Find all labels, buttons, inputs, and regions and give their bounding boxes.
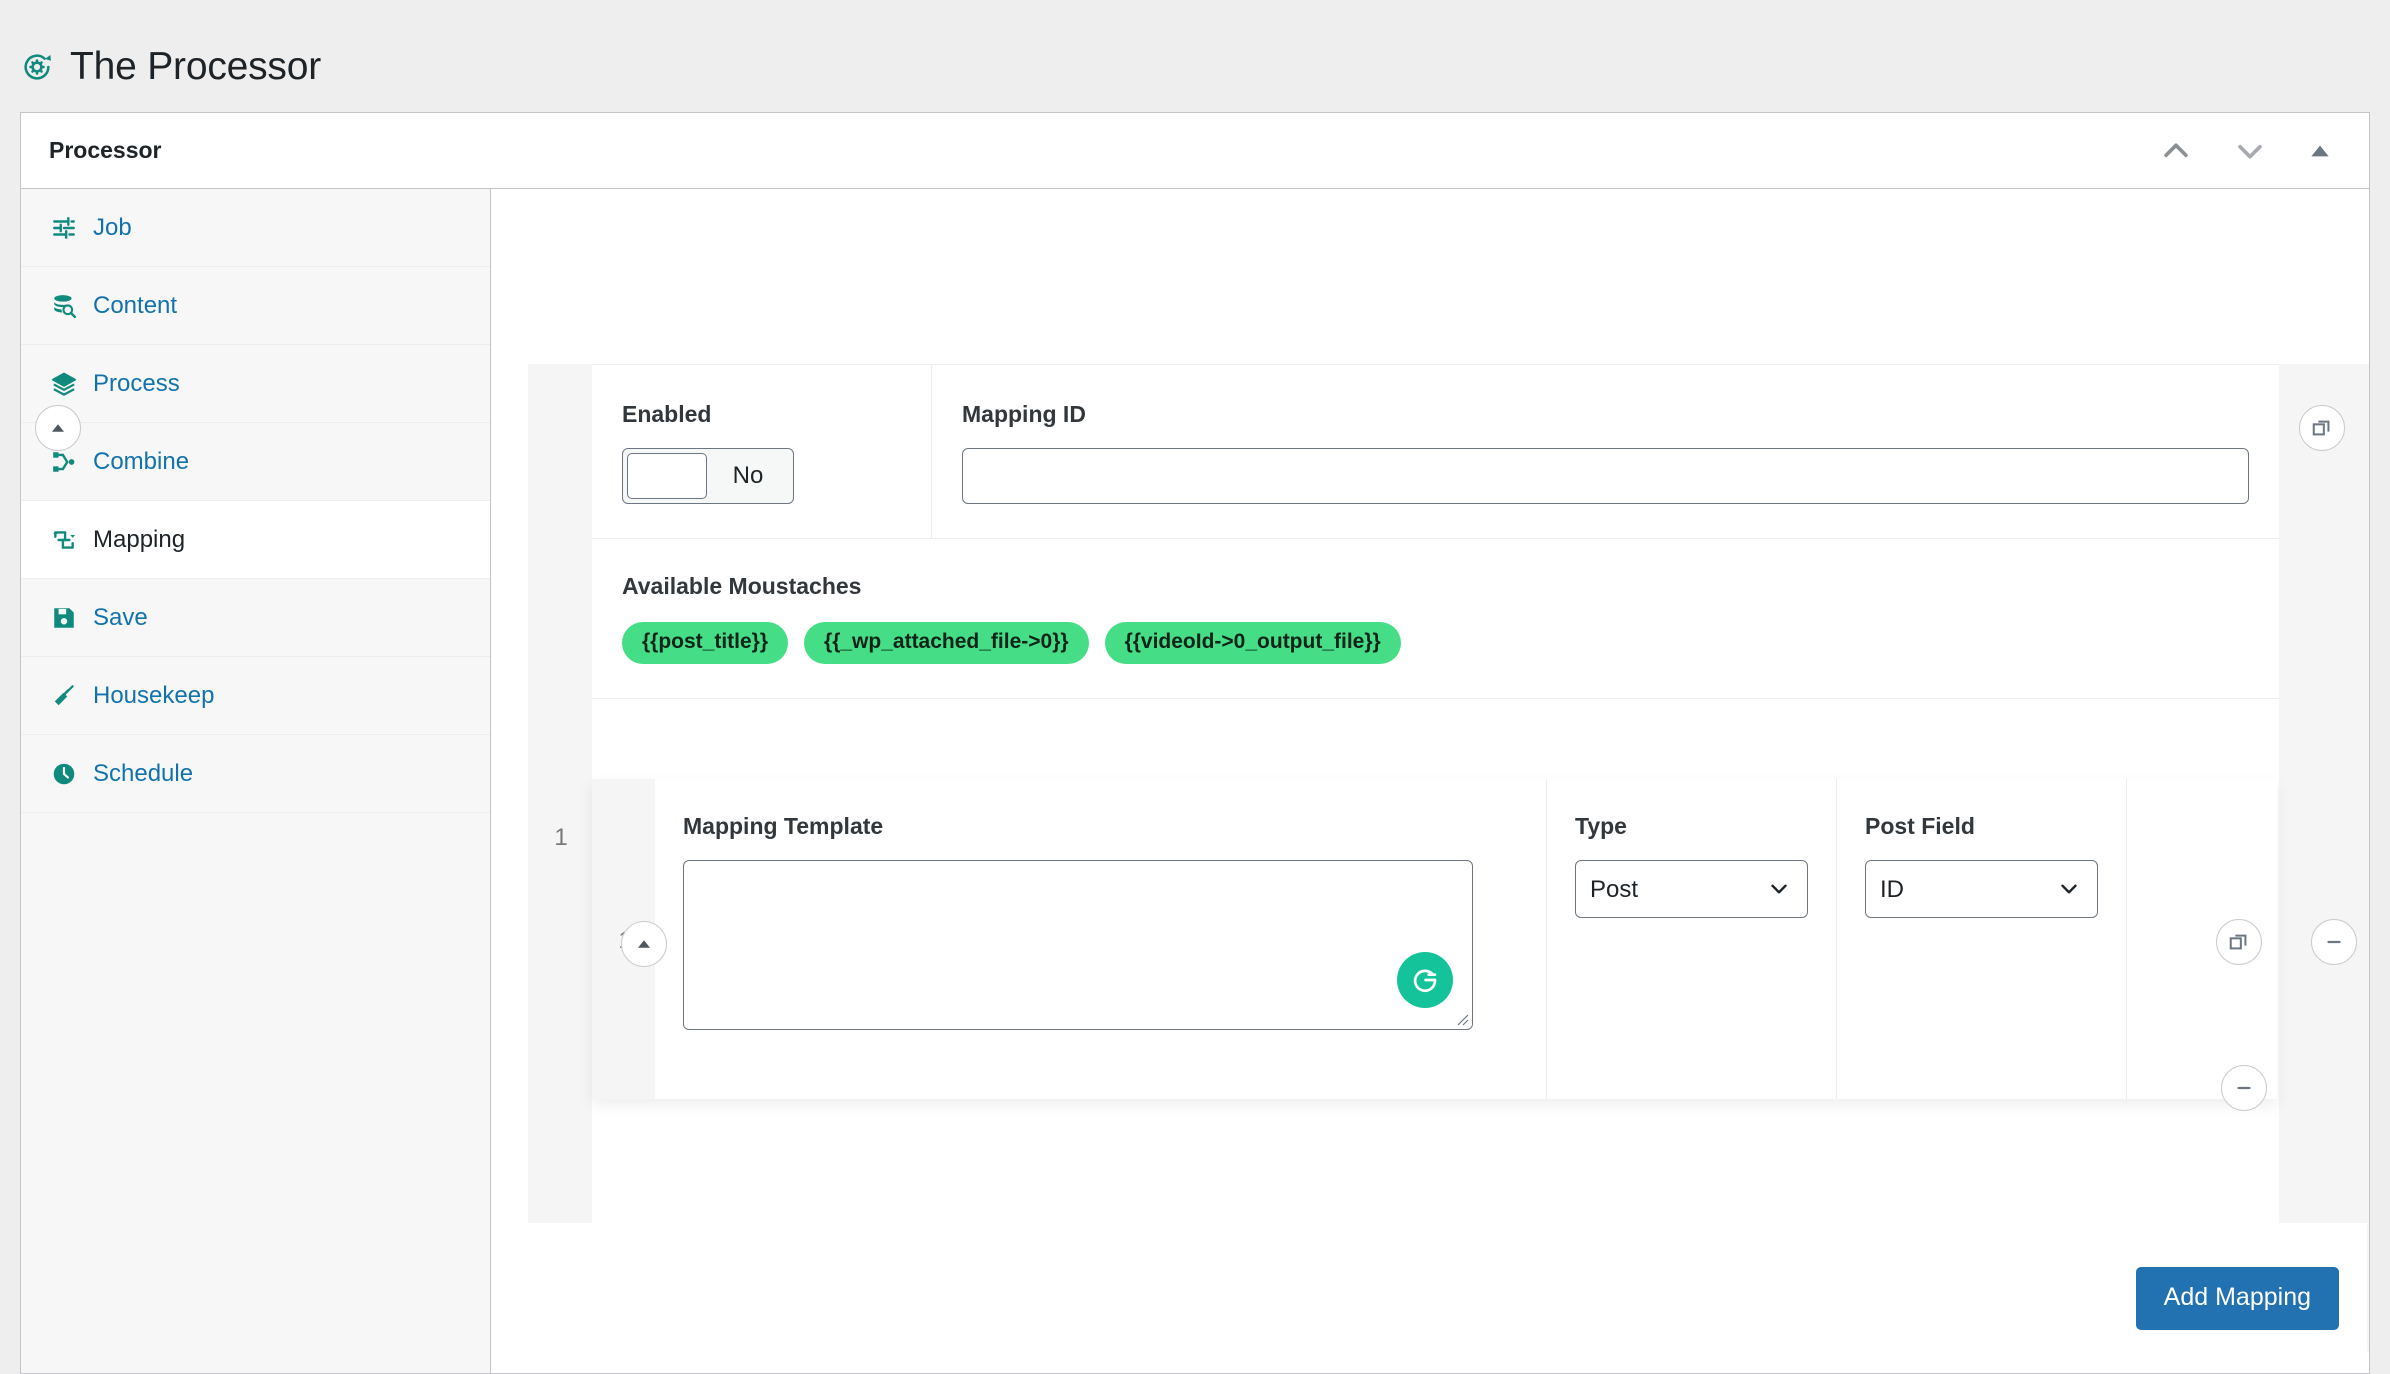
sidebar-item-save[interactable]: Save bbox=[21, 579, 490, 657]
mapping-id-field: Mapping ID bbox=[932, 365, 2279, 538]
mapping-template-cell: Mapping Template bbox=[655, 779, 1547, 1099]
moustache-tag-list: {{post_title}} {{_wp_attached_file->0}} … bbox=[622, 622, 2249, 664]
sidebar-item-process[interactable]: Process bbox=[21, 345, 490, 423]
layers-icon bbox=[51, 371, 77, 397]
mapping-row-duplicate-button[interactable] bbox=[2216, 919, 2262, 965]
sidebar-item-job[interactable]: Job bbox=[21, 189, 490, 267]
available-moustaches-section: Available Moustaches {{post_title}} {{_w… bbox=[592, 539, 2279, 699]
type-select-wrap: Post bbox=[1575, 860, 1808, 918]
mapping-main-area: Enabled No Mapping ID A bbox=[491, 189, 2369, 1373]
panel-header: Processor bbox=[21, 113, 2369, 189]
mapping-rows-area: 1 1 Mapping Template bbox=[592, 699, 2279, 1099]
clock-icon bbox=[51, 761, 77, 787]
sidebar-item-content[interactable]: Content bbox=[21, 267, 490, 345]
mapping-group-remove-button[interactable] bbox=[2311, 919, 2357, 965]
sidebar-item-label: Process bbox=[93, 370, 180, 398]
type-select[interactable]: Post bbox=[1575, 860, 1808, 918]
toggle-knob bbox=[627, 453, 707, 499]
move-down-icon[interactable] bbox=[2233, 134, 2267, 168]
post-field-label: Post Field bbox=[1865, 813, 2098, 840]
enabled-field: Enabled No bbox=[592, 365, 932, 538]
mapping-type-cell: Type Post bbox=[1547, 779, 1837, 1099]
toggle-state-label: No bbox=[707, 462, 789, 490]
collapse-panel-icon[interactable] bbox=[2307, 138, 2333, 164]
sidebar-item-label: Job bbox=[93, 214, 132, 242]
mapping-group-collapse-button[interactable] bbox=[35, 405, 81, 451]
merge-nodes-icon bbox=[51, 449, 77, 475]
sidebar-filler bbox=[21, 813, 490, 1373]
mapping-row-content: Mapping Template bbox=[655, 779, 2277, 1099]
sidebar-item-housekeep[interactable]: Housekeep bbox=[21, 657, 490, 735]
moustache-tag[interactable]: {{post_title}} bbox=[622, 622, 788, 664]
post-field-select[interactable]: ID bbox=[1865, 860, 2098, 918]
move-up-icon[interactable] bbox=[2159, 134, 2193, 168]
panel-header-tools bbox=[2159, 134, 2341, 168]
sidebar-item-label: Schedule bbox=[93, 760, 193, 788]
panel-body: Job Content bbox=[21, 189, 2369, 1373]
sidebar: Job Content bbox=[21, 189, 491, 1373]
broom-icon bbox=[51, 683, 77, 709]
mapping-post-field-cell: Post Field ID bbox=[1837, 779, 2127, 1099]
sidebar-item-label: Mapping bbox=[93, 526, 185, 554]
mapping-group-duplicate-button[interactable] bbox=[2299, 405, 2345, 451]
sidebar-item-combine[interactable]: Combine bbox=[21, 423, 490, 501]
mapping-row-remove-button[interactable] bbox=[2221, 1065, 2267, 1111]
sliders-icon bbox=[51, 215, 77, 241]
mapping-id-input[interactable] bbox=[962, 448, 2249, 504]
mapping-group: Enabled No Mapping ID A bbox=[528, 364, 2369, 1351]
mapping-arrows-icon bbox=[51, 527, 77, 553]
mapping-settings-row: Enabled No Mapping ID bbox=[592, 365, 2279, 539]
grammarly-refresh-icon[interactable] bbox=[1397, 952, 1453, 1008]
sidebar-item-schedule[interactable]: Schedule bbox=[21, 735, 490, 813]
page-title: The Processor bbox=[70, 45, 321, 89]
processor-panel: Processor Job bbox=[20, 112, 2370, 1374]
mapping-template-wrap bbox=[683, 860, 1473, 1030]
mapping-footer: Add Mapping bbox=[491, 1223, 2367, 1373]
type-label: Type bbox=[1575, 813, 1808, 840]
sidebar-item-mapping[interactable]: Mapping bbox=[21, 501, 490, 579]
moustache-tag[interactable]: {{videoId->0_output_file}} bbox=[1105, 622, 1401, 664]
mapping-group-index: 1 bbox=[541, 824, 581, 852]
database-search-icon bbox=[51, 293, 77, 319]
post-field-select-wrap: ID bbox=[1865, 860, 2098, 918]
mapping-template-label: Mapping Template bbox=[683, 813, 1518, 840]
panel-title: Processor bbox=[49, 137, 162, 164]
sidebar-item-label: Content bbox=[93, 292, 177, 320]
moustaches-label: Available Moustaches bbox=[622, 573, 2249, 600]
mapping-row-collapse-button[interactable] bbox=[621, 921, 667, 967]
mapping-id-label: Mapping ID bbox=[962, 401, 2249, 428]
sidebar-item-label: Save bbox=[93, 604, 148, 632]
mapping-group-content: Enabled No Mapping ID A bbox=[592, 364, 2279, 1351]
enabled-label: Enabled bbox=[622, 401, 901, 428]
sidebar-item-label: Housekeep bbox=[93, 682, 214, 710]
floppy-disk-icon bbox=[51, 605, 77, 631]
add-mapping-button[interactable]: Add Mapping bbox=[2136, 1267, 2339, 1330]
processor-gear-refresh-icon bbox=[20, 50, 54, 84]
mapping-row: 1 Mapping Template bbox=[592, 779, 2277, 1099]
sidebar-item-label: Combine bbox=[93, 448, 189, 476]
enabled-toggle[interactable]: No bbox=[622, 448, 794, 504]
moustache-tag[interactable]: {{_wp_attached_file->0}} bbox=[804, 622, 1089, 664]
mapping-template-textarea[interactable] bbox=[683, 860, 1473, 1030]
page-header: The Processor bbox=[0, 0, 2390, 112]
